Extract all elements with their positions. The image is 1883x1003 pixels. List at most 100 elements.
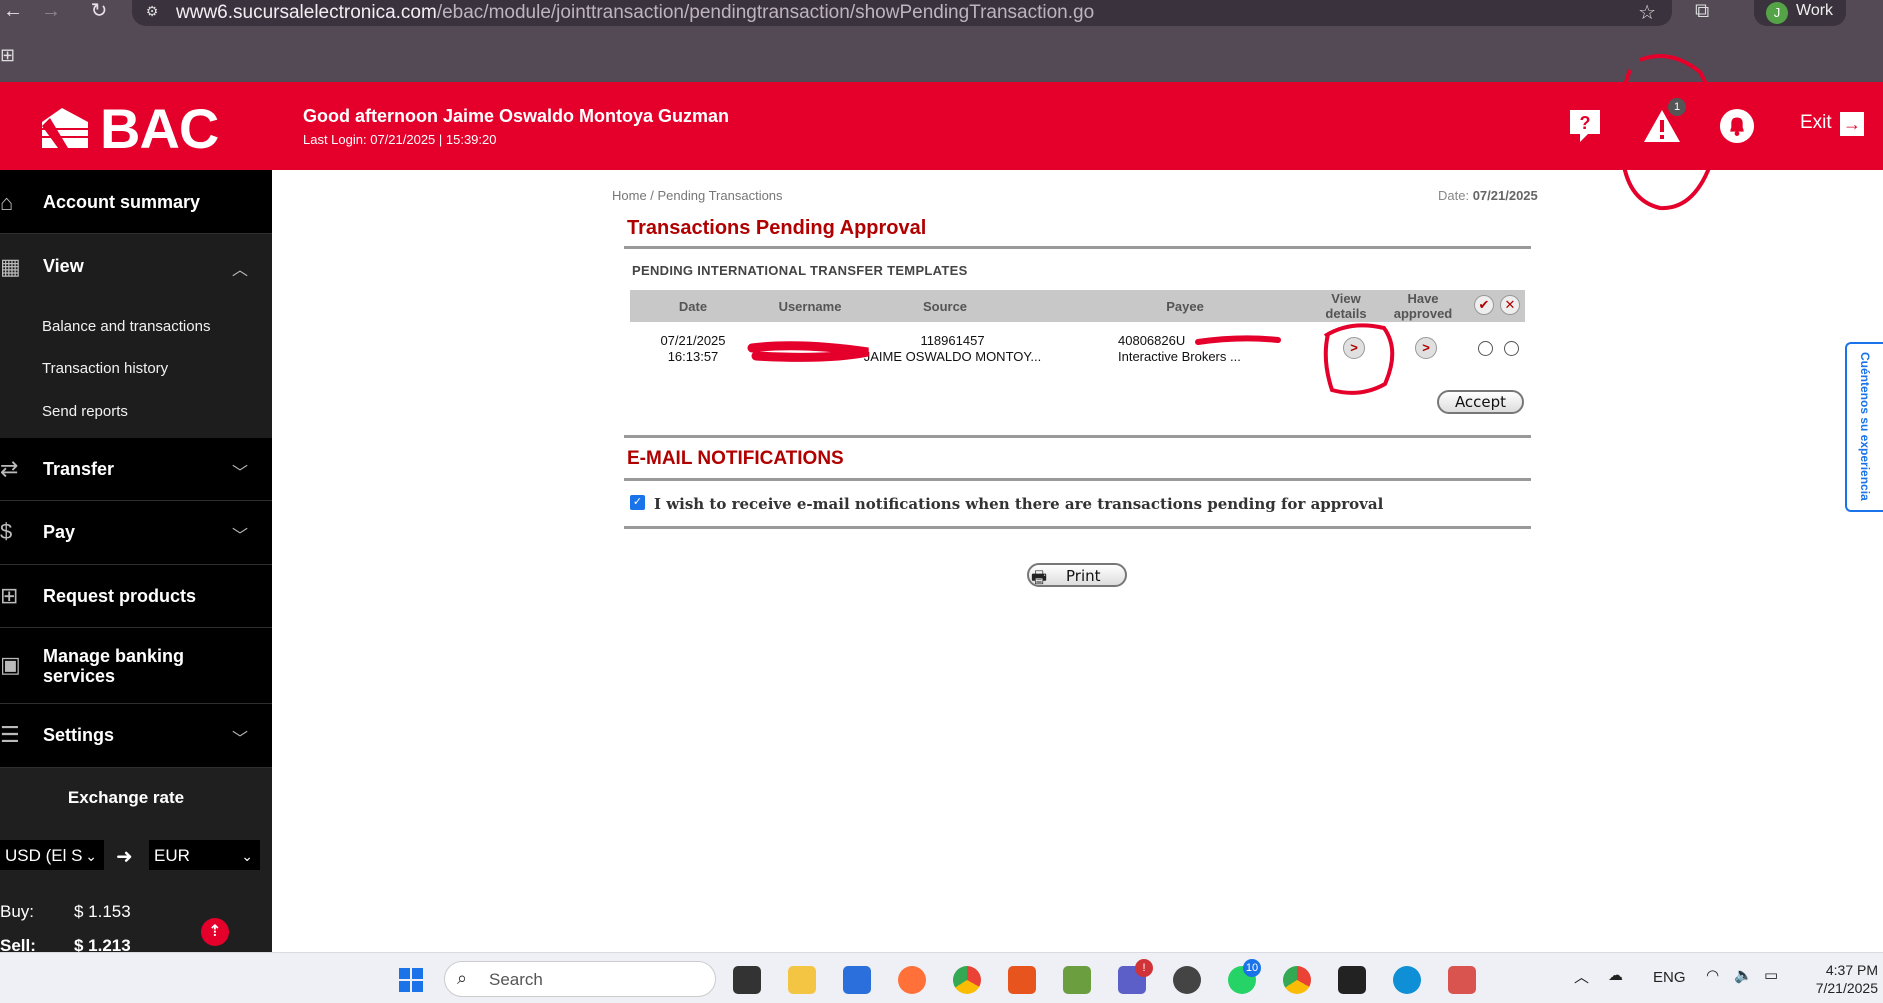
reject-all-icon[interactable]: ✕	[1500, 295, 1520, 315]
windows-start-icon[interactable]	[397, 966, 425, 994]
wifi-icon[interactable]: ◠	[1706, 966, 1719, 984]
exchange-rate-title: Exchange rate	[67, 788, 185, 807]
sidebar-item-label: Account summary	[43, 192, 201, 212]
firefox-icon[interactable]	[898, 966, 926, 994]
chevron-down-icon: ⌄	[241, 848, 253, 864]
row-date: 07/21/2025 16:13:57	[660, 333, 726, 364]
submenu-send-reports[interactable]: Send reports	[42, 403, 128, 420]
currency-to-select[interactable]: EUR ⌄	[149, 840, 260, 870]
col-username: Username	[778, 299, 842, 314]
exit-arrow-icon[interactable]: →	[1840, 112, 1864, 136]
url-text[interactable]: www6.sucursalelectronica.com/ebac/module…	[176, 2, 1094, 24]
snipping-icon[interactable]	[1448, 966, 1476, 994]
email-notifications-title: E-MAIL NOTIFICATIONS	[627, 448, 844, 469]
plus-box-icon: ⊞	[0, 583, 19, 608]
divider	[624, 478, 1531, 481]
divider	[624, 526, 1531, 529]
sidebar-item-pay[interactable]: $ Pay ﹀	[0, 501, 272, 565]
view-submenu: Balance and transactions Transaction his…	[0, 300, 272, 438]
currency-from-value: USD (El S	[5, 846, 83, 865]
cloud-icon[interactable]: ☁	[1608, 966, 1623, 984]
buy-label: Buy:	[0, 902, 35, 921]
money-bag-icon: $	[0, 519, 13, 544]
edge-icon[interactable]	[1393, 966, 1421, 994]
submenu-transaction-history[interactable]: Transaction history	[42, 360, 168, 377]
print-label: Print	[1066, 567, 1101, 585]
sidebar-item-request-products[interactable]: ⊞ Request products	[0, 565, 272, 628]
page-title: Transactions Pending Approval	[627, 217, 927, 239]
col-have-approved: Have approved	[1393, 291, 1453, 321]
view-details-button[interactable]: >	[1343, 337, 1365, 359]
home-icon: ⌂	[0, 190, 14, 215]
sidebar-item-label: Pay	[43, 522, 76, 542]
language-indicator[interactable]: ENG	[1653, 969, 1686, 986]
sidebar-item-account-summary[interactable]: ⌂ Account summary	[0, 170, 272, 234]
bell-icon[interactable]	[1718, 108, 1756, 144]
scroll-top-icon[interactable]: ⇡	[201, 918, 229, 946]
sidebar-item-view[interactable]: ▦ View ︿	[0, 234, 272, 300]
logo-text: BAC	[100, 97, 219, 160]
teams-alert-badge: !	[1135, 959, 1153, 977]
approve-all-icon[interactable]: ✔	[1474, 295, 1494, 315]
col-view-details: View details	[1325, 291, 1367, 321]
col-date: Date	[678, 299, 708, 314]
forward-icon[interactable]: →	[38, 0, 64, 24]
taskbar-search[interactable]: ⌕ Search	[444, 961, 716, 997]
browser-chrome: ← → ↻ ⚙ www6.sucursalelectronica.com/eba…	[0, 0, 1883, 82]
accept-button[interactable]: Accept	[1437, 390, 1524, 414]
profile-avatar: J	[1766, 2, 1788, 24]
row-source: 118961457 JAIME OSWALDO MONTOY...	[863, 333, 1042, 364]
whatsapp-badge: 10	[1243, 959, 1261, 977]
task-view-icon[interactable]	[733, 966, 761, 994]
search-placeholder: Search	[489, 970, 543, 989]
help-icon[interactable]: ?	[1568, 108, 1602, 144]
profile-label: Work	[1796, 2, 1834, 19]
back-icon[interactable]: ←	[0, 0, 26, 24]
store-icon[interactable]	[843, 966, 871, 994]
last-login: Last Login: 07/21/2025 | 15:39:20	[303, 132, 497, 147]
exit-button[interactable]: Exit	[1800, 112, 1832, 134]
print-button[interactable]: 🖶 Print	[1027, 563, 1127, 587]
chrome-profile-icon[interactable]	[1283, 966, 1311, 994]
remote-icon[interactable]	[1008, 966, 1036, 994]
sidebar-item-transfer[interactable]: ⇄ Transfer ﹀	[0, 438, 272, 501]
reload-icon[interactable]: ↻	[86, 0, 112, 24]
sliders-icon: ☰	[0, 722, 20, 747]
battery-icon[interactable]: ▭	[1764, 966, 1778, 984]
sidebar-item-label: Transfer	[43, 459, 115, 479]
volume-icon[interactable]: 🔈	[1734, 966, 1753, 984]
chevron-down-icon: ﹀	[232, 731, 249, 748]
have-approved-button[interactable]: >	[1415, 337, 1437, 359]
sidebar-item-manage-banking[interactable]: ▣ Manage banking services	[0, 628, 272, 704]
reject-radio[interactable]	[1504, 341, 1519, 356]
currency-from-select[interactable]: USD (El S ⌄	[0, 840, 104, 870]
extensions-icon[interactable]: ⧉	[1695, 0, 1709, 23]
tray-chevron-icon[interactable]: ︿	[1574, 966, 1589, 987]
submenu-balance-and-transactions[interactable]: Balance and transactions	[42, 318, 210, 335]
bookmark-star-icon[interactable]: ☆	[1638, 0, 1656, 25]
greeting: Good afternoon Jaime Oswaldo Montoya Guz…	[303, 106, 730, 126]
approve-radio[interactable]	[1478, 341, 1493, 356]
apps-grid-icon[interactable]: ⊞	[0, 46, 18, 64]
address-bar[interactable]: ⚙ www6.sucursalelectronica.com/ebac/modu…	[132, 0, 1672, 26]
chevron-down-icon: ﹀	[232, 528, 249, 545]
exchange-rate-panel: Exchange rate USD (El S ⌄ ➜ EUR ⌄ Buy: $…	[0, 768, 272, 955]
divider	[624, 435, 1531, 438]
feedback-tab[interactable]: Cuéntenos su experiencia	[1845, 342, 1883, 512]
terminal-icon[interactable]	[1338, 966, 1366, 994]
sidebar-item-settings[interactable]: ☰ Settings ﹀	[0, 704, 272, 768]
file-explorer-icon[interactable]	[788, 966, 816, 994]
site-info-icon[interactable]: ⚙	[142, 3, 162, 23]
profile-button[interactable]: J Work	[1754, 0, 1846, 26]
clock[interactable]: 4:37 PM 7/21/2025	[1808, 961, 1878, 997]
col-payee: Payee	[1166, 299, 1204, 314]
clock-app-icon[interactable]	[1173, 966, 1201, 994]
sidebar-item-label: View	[43, 256, 84, 276]
buy-value: $ 1.153	[74, 902, 131, 921]
chrome-icon[interactable]	[953, 966, 981, 994]
chart-app-icon[interactable]	[1063, 966, 1091, 994]
email-notifications-checkbox[interactable]: ✓	[630, 495, 645, 510]
table-header: Date Username Source Payee View details …	[630, 290, 1525, 322]
grid-icon: ▦	[0, 254, 21, 279]
alert-count-badge: 1	[1668, 98, 1686, 116]
